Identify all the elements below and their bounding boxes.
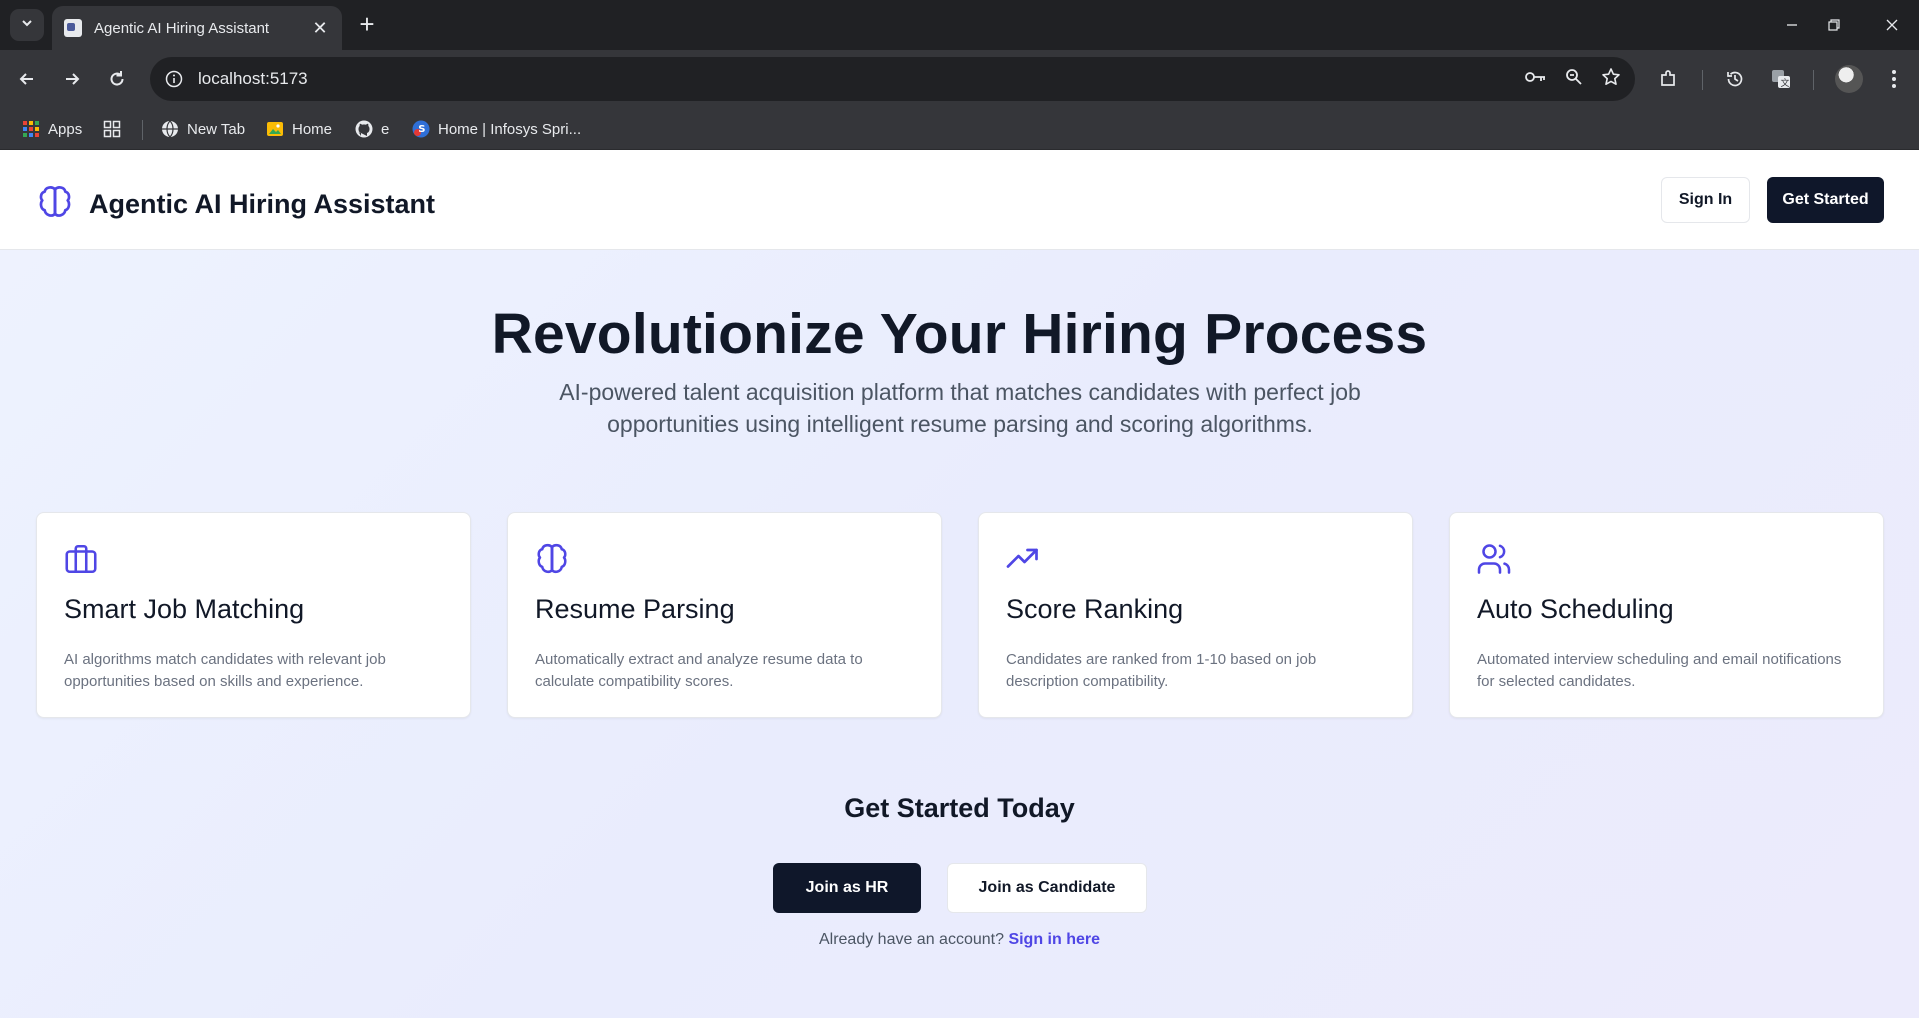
more-menu-icon[interactable] <box>1877 62 1911 96</box>
bookmarks-divider <box>142 120 143 140</box>
browser-toolbar: localhost:5173 文 <box>0 50 1919 108</box>
apps-grid-icon <box>22 120 40 138</box>
new-tab-button[interactable]: + <box>352 10 382 40</box>
bookmarks-bar: Apps New Tab Home e S Home | Infosys Spr… <box>0 108 1919 150</box>
bookmark-home[interactable]: Home <box>266 117 332 141</box>
history-icon[interactable] <box>1718 62 1752 96</box>
bookmark-label: e <box>381 120 390 138</box>
get-started-button[interactable]: Get Started <box>1767 177 1884 223</box>
bookmark-apps[interactable]: Apps <box>22 117 82 141</box>
key-icon[interactable] <box>1525 70 1547 89</box>
brand-title: Agentic AI Hiring Assistant <box>89 189 436 219</box>
forward-icon[interactable] <box>55 62 89 96</box>
browser-tabstrip: Agentic AI Hiring Assistant ✕ + <box>0 0 1919 50</box>
brand-logo[interactable]: Agentic AI Hiring Assistant <box>36 183 435 226</box>
toolbar-divider <box>1702 70 1703 90</box>
back-icon[interactable] <box>10 62 44 96</box>
zoom-icon[interactable] <box>1565 68 1583 91</box>
feature-title: Smart Job Matching <box>64 594 305 624</box>
tab-title: Agentic AI Hiring Assistant <box>94 19 270 37</box>
users-icon <box>1476 541 1512 577</box>
sign-in-prompt: Already have an account? Sign in here <box>0 931 1919 949</box>
reload-icon[interactable] <box>100 62 134 96</box>
cta-title: Get Started Today <box>844 793 1075 823</box>
feature-card-smart-job-matching: Smart Job Matching AI algorithms match c… <box>36 512 471 718</box>
bookmark-label: Home <box>292 120 333 138</box>
briefcase-icon <box>63 541 99 577</box>
bookmark-label: Apps <box>48 120 83 138</box>
feature-card-score-ranking: Score Ranking Candidates are ranked from… <box>978 512 1413 718</box>
profile-avatar[interactable] <box>1835 65 1863 93</box>
sign-in-button[interactable]: Sign In <box>1661 177 1750 223</box>
brain-icon <box>36 183 74 226</box>
bookmark-tab-groups[interactable] <box>103 117 129 141</box>
site-info-icon[interactable] <box>164 69 184 89</box>
feature-card-resume-parsing: Resume Parsing Automatically extract and… <box>507 512 942 718</box>
infosys-springboard-icon: S <box>412 120 430 138</box>
feature-description: AI algorithms match candidates with rele… <box>64 651 386 690</box>
svg-text:S: S <box>418 124 425 135</box>
feature-description: Automatically extract and analyze resume… <box>535 651 863 690</box>
already-account-text: Already have an account? <box>818 931 1004 948</box>
join-as-hr-button[interactable]: Join as HR <box>773 863 921 913</box>
join-as-candidate-button[interactable]: Join as Candidate <box>947 863 1147 913</box>
hero-subtitle: AI-powered talent acquisition platform t… <box>559 379 1361 437</box>
tab-groups-icon <box>103 120 121 138</box>
chevron-down-icon <box>20 16 34 35</box>
bookmark-label: Home | Infosys Spri... <box>438 120 582 138</box>
feature-description: Automated interview scheduling and email… <box>1477 651 1842 690</box>
url-text: localhost:5173 <box>198 69 308 88</box>
app-header: Agentic AI Hiring Assistant Sign In Get … <box>0 150 1919 250</box>
globe-icon <box>161 120 179 138</box>
favicon-icon <box>64 19 82 37</box>
feature-title: Auto Scheduling <box>1477 594 1674 624</box>
extensions-icon[interactable] <box>1651 62 1685 96</box>
close-window-icon[interactable] <box>1870 10 1914 40</box>
trending-up-icon <box>1005 541 1041 577</box>
page-viewport: Agentic AI Hiring Assistant Sign In Get … <box>0 150 1919 1018</box>
minimize-icon[interactable] <box>1770 10 1814 40</box>
hero-title: Revolutionize Your Hiring Process <box>491 302 1428 366</box>
feature-title: Resume Parsing <box>535 594 735 624</box>
image-icon <box>266 120 284 138</box>
sign-in-here-link[interactable]: Sign in here <box>1008 931 1100 948</box>
browser-tab-active[interactable]: Agentic AI Hiring Assistant ✕ <box>52 6 342 50</box>
github-icon <box>355 120 373 138</box>
feature-title: Score Ranking <box>1006 594 1184 624</box>
toolbar-divider <box>1813 70 1814 90</box>
svg-text:文: 文 <box>1781 77 1790 89</box>
bookmark-star-icon[interactable] <box>1601 67 1621 92</box>
restore-icon[interactable] <box>1812 10 1856 40</box>
bookmark-infosys[interactable]: S Home | Infosys Spri... <box>412 117 581 141</box>
tab-search-button[interactable] <box>10 9 44 41</box>
close-icon[interactable]: ✕ <box>310 18 330 39</box>
feature-description: Candidates are ranked from 1-10 based on… <box>1006 651 1317 690</box>
brain-icon <box>534 541 570 577</box>
feature-card-auto-scheduling: Auto Scheduling Automated interview sche… <box>1449 512 1884 718</box>
bookmark-github[interactable]: e <box>355 117 389 141</box>
translate-icon[interactable]: 文 <box>1764 62 1798 96</box>
bookmark-label: New Tab <box>187 120 246 138</box>
address-bar[interactable]: localhost:5173 <box>150 57 1635 101</box>
bookmark-new-tab[interactable]: New Tab <box>161 117 245 141</box>
